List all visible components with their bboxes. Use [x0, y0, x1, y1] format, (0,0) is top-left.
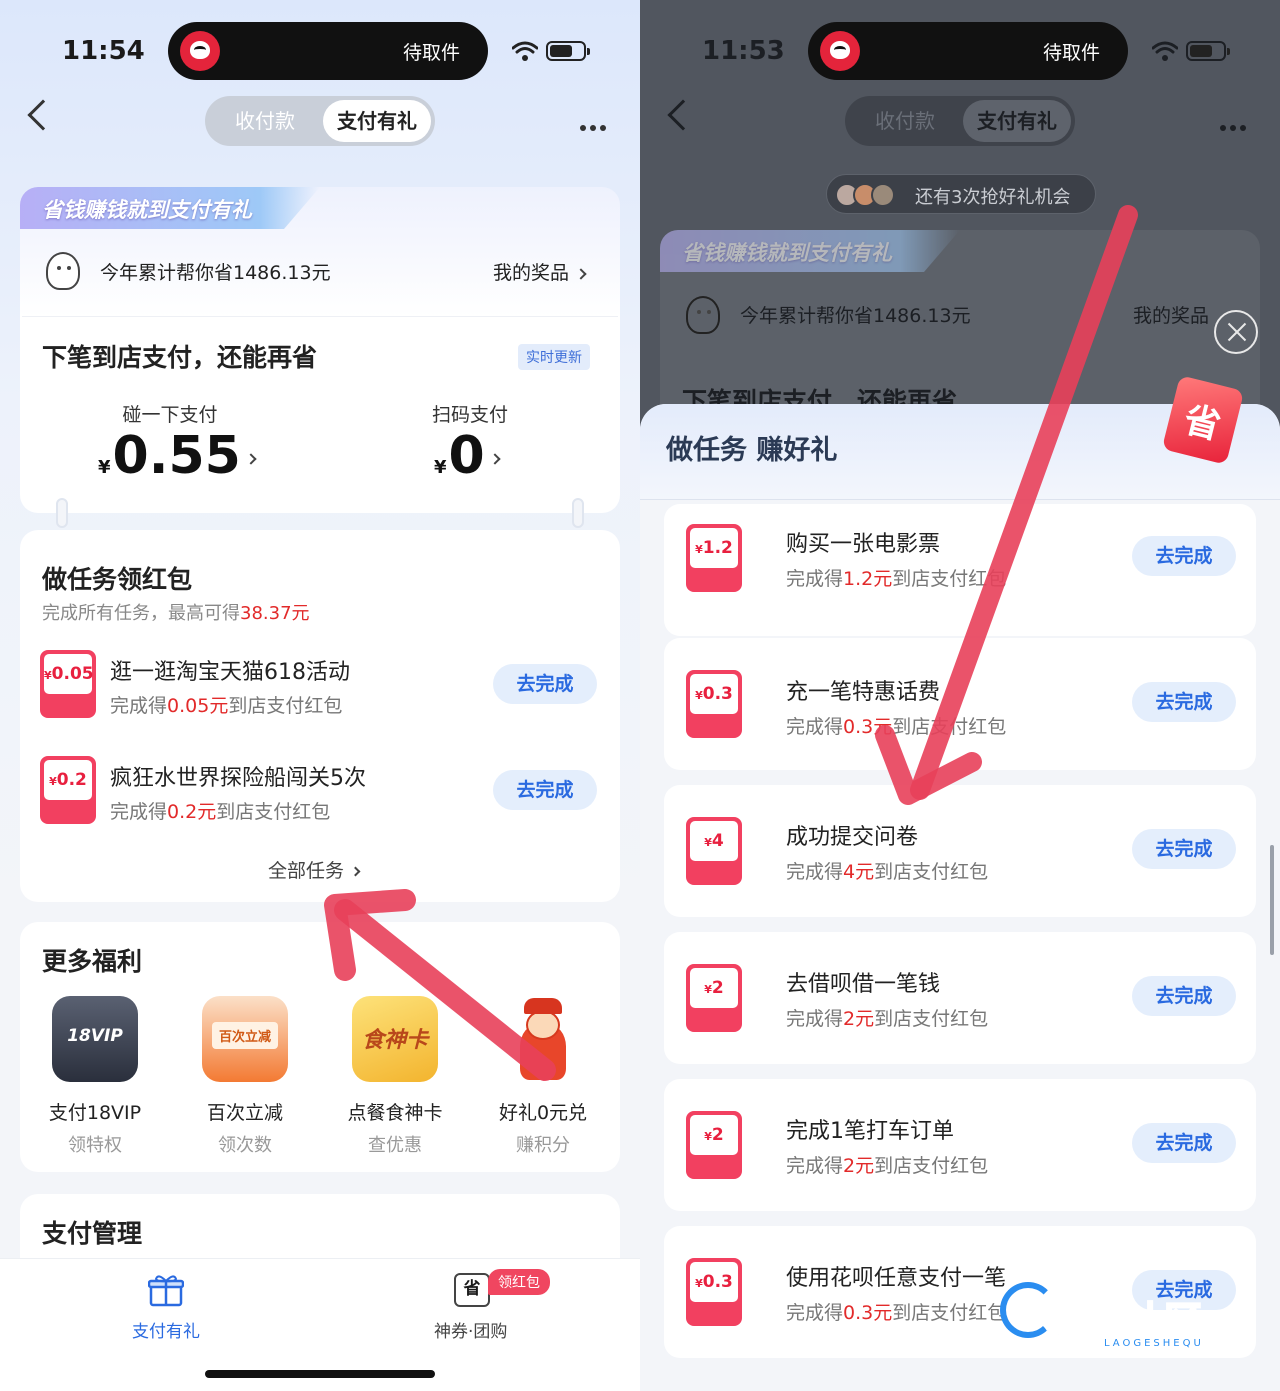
watermark-subtext: LAOGESHEQU	[1104, 1338, 1204, 1349]
right-screenshot: 11:53 待取件 收付款 支付有礼 还有3次抢好礼机会 省钱赚钱就到支付有礼 …	[640, 0, 1280, 1391]
site-watermark: 老哥社区 LAOGESHEQU	[1000, 1276, 1270, 1366]
left-screenshot: 11:54 待取件 收付款 支付有礼 省钱赚钱就到支付有礼 今年累计帮你省148…	[0, 0, 640, 1391]
annotation-arrow	[324, 889, 556, 1081]
watermark-text: 老哥社区	[1043, 1298, 1205, 1344]
annotation-arrow	[875, 205, 1138, 805]
